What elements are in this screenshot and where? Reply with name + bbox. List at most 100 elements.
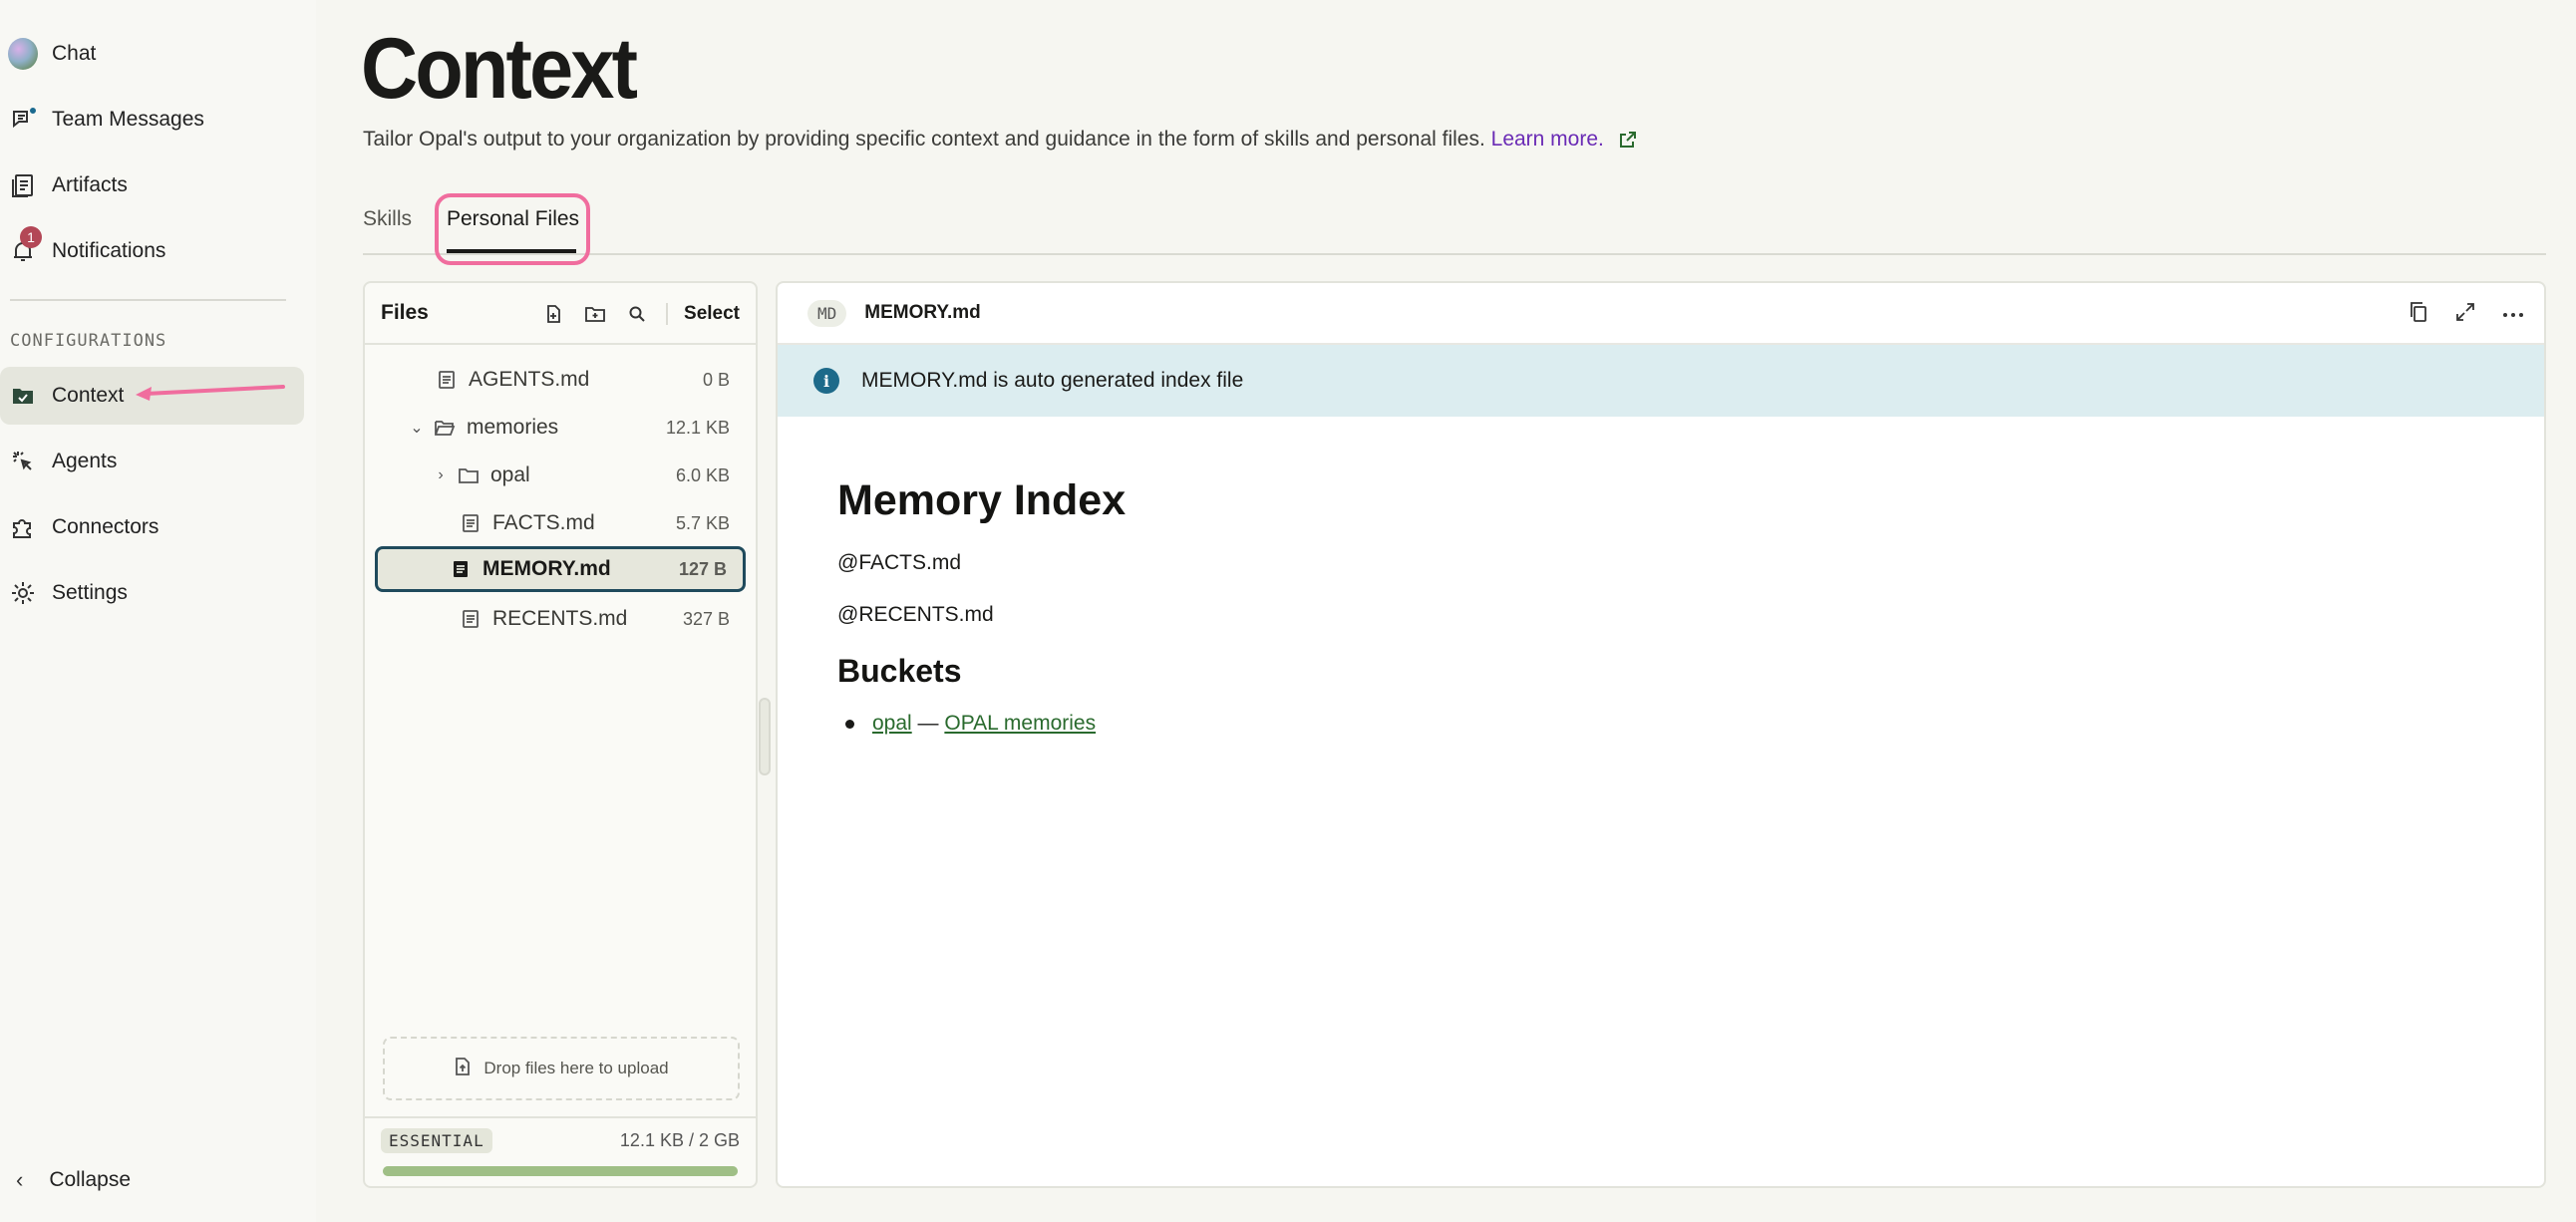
tree-item-memory-md[interactable]: MEMORY.md 127 B xyxy=(375,546,746,592)
tree-item-size: 0 B xyxy=(702,369,730,390)
annotation-arrow-icon xyxy=(136,385,285,401)
section-label: CONFIGURATIONS xyxy=(10,331,167,351)
bell-icon: 1 xyxy=(8,226,42,266)
markdown-content: Memory Index @FACTS.md @RECENTS.md Bucke… xyxy=(837,476,1126,736)
sidebar-item-notifications[interactable]: 1 Notifications xyxy=(0,222,304,280)
tree-item-name: AGENTS.md xyxy=(469,368,590,391)
tree-item-size: 12.1 KB xyxy=(665,417,730,438)
files-header: Files Select xyxy=(365,283,756,345)
chevron-down-icon[interactable]: ⌄ xyxy=(405,418,429,438)
sidebar-item-label: Artifacts xyxy=(52,173,128,196)
folder-icon xyxy=(457,463,481,487)
storage-bar xyxy=(383,1166,738,1176)
info-icon: i xyxy=(813,368,839,394)
plan-badge: ESSENTIAL xyxy=(381,1128,492,1153)
sidebar-item-chat[interactable]: Chat xyxy=(0,25,304,83)
preview-header: MD MEMORY.md xyxy=(778,283,2544,345)
sidebar-item-label: Connectors xyxy=(52,515,160,538)
expand-icon[interactable] xyxy=(2454,301,2476,328)
external-link-icon[interactable] xyxy=(1618,130,1638,150)
new-file-icon[interactable] xyxy=(540,301,566,327)
tree-item-opal[interactable]: › opal 6.0 KB xyxy=(375,453,746,498)
sidebar-item-label: Team Messages xyxy=(52,108,204,131)
md-heading-1: Memory Index xyxy=(837,476,1127,524)
tree-item-memories[interactable]: ⌄ memories 12.1 KB xyxy=(375,405,746,451)
md-link-opal-memories[interactable]: OPAL memories xyxy=(944,712,1096,736)
storage-bar-fill xyxy=(383,1166,738,1176)
bullet xyxy=(845,719,854,729)
md-list-item: opal — OPAL memories xyxy=(837,712,1126,736)
subtitle-text: Tailor Opal's output to your organizatio… xyxy=(363,128,1485,151)
md-paragraph: @RECENTS.md xyxy=(837,603,994,626)
tree-item-name: memories xyxy=(467,416,559,439)
upload-file-icon xyxy=(454,1057,472,1081)
info-banner-text: MEMORY.md is auto generated index file xyxy=(861,369,1244,392)
sidebar-item-settings[interactable]: Settings xyxy=(0,564,304,622)
preview-filename: MEMORY.md xyxy=(864,302,981,323)
files-title: Files xyxy=(381,301,429,324)
sidebar-item-team-messages[interactable]: Team Messages xyxy=(0,91,304,149)
files-panel: Files Select AGENTS.md 0 B ⌄ memories 12… xyxy=(363,281,758,1188)
sidebar-item-label: Agents xyxy=(52,450,118,472)
file-icon xyxy=(435,368,459,392)
tree-item-size: 127 B xyxy=(678,558,727,579)
connectors-icon xyxy=(8,512,38,542)
tree-item-name: MEMORY.md xyxy=(483,557,611,580)
tree-item-size: 327 B xyxy=(682,608,730,629)
md-heading-2: Buckets xyxy=(837,653,962,689)
tree-item-size: 6.0 KB xyxy=(675,464,730,485)
tree-item-name: RECENTS.md xyxy=(492,607,628,630)
collapse-button[interactable]: ‹ Collapse xyxy=(8,1152,207,1208)
agents-icon xyxy=(8,447,38,476)
sidebar-item-connectors[interactable]: Connectors xyxy=(0,498,304,556)
sidebar-item-artifacts[interactable]: Artifacts xyxy=(0,156,304,214)
info-banner: i MEMORY.md is auto generated index file xyxy=(778,345,2544,417)
tree-item-facts-md[interactable]: FACTS.md 5.7 KB xyxy=(375,500,746,546)
learn-more-link[interactable]: Learn more. xyxy=(1491,128,1604,151)
md-paragraph: @FACTS.md xyxy=(837,551,962,574)
tree-item-agents-md[interactable]: AGENTS.md 0 B xyxy=(375,357,746,403)
file-icon xyxy=(449,557,473,581)
select-button[interactable]: Select xyxy=(684,303,740,325)
sidebar-item-label: Chat xyxy=(52,42,97,65)
preview-panel: MD MEMORY.md i MEMORY.md is auto generat… xyxy=(776,281,2546,1188)
page-title: Context xyxy=(361,21,638,117)
search-icon[interactable] xyxy=(624,301,650,327)
sidebar: Chat Team Messages Artifacts 1 Notificat… xyxy=(0,0,316,1222)
tree-item-size: 5.7 KB xyxy=(675,512,730,533)
highlight-ring xyxy=(435,193,590,265)
drop-zone-text: Drop files here to upload xyxy=(483,1059,669,1077)
file-icon xyxy=(459,511,483,535)
drop-zone[interactable]: Drop files here to upload xyxy=(383,1037,740,1100)
folder-open-icon xyxy=(433,416,457,440)
sidebar-divider xyxy=(10,299,286,301)
storage-usage: 12.1 KB / 2 GB xyxy=(619,1130,740,1150)
new-folder-icon[interactable] xyxy=(582,301,608,327)
file-icon xyxy=(459,607,483,631)
panel-resize-handle[interactable] xyxy=(759,698,771,775)
copy-icon[interactable] xyxy=(2409,301,2428,328)
header-divider xyxy=(666,303,669,325)
chevron-left-icon: ‹ xyxy=(16,1167,24,1192)
chevron-right-icon[interactable]: › xyxy=(429,466,453,484)
file-type-badge: MD xyxy=(807,299,847,327)
notifications-badge: 1 xyxy=(20,226,42,248)
sidebar-item-agents[interactable]: Agents xyxy=(0,433,304,490)
sidebar-item-label: Context xyxy=(52,384,125,407)
page-subtitle: Tailor Opal's output to your organizatio… xyxy=(363,128,1638,152)
context-icon xyxy=(8,381,38,411)
storage-footer: ESSENTIAL 12.1 KB / 2 GB xyxy=(365,1116,756,1188)
md-link-opal[interactable]: opal xyxy=(872,712,912,736)
md-list-separator: — xyxy=(911,712,945,735)
tab-bar: Skills Personal Files xyxy=(363,189,2546,255)
gear-icon xyxy=(8,578,38,608)
sidebar-item-label: Notifications xyxy=(52,239,166,262)
globe-avatar-icon xyxy=(8,38,38,70)
messages-icon xyxy=(8,105,38,135)
artifacts-icon xyxy=(8,170,38,200)
tree-item-recents-md[interactable]: RECENTS.md 327 B xyxy=(375,596,746,642)
tab-skills[interactable]: Skills xyxy=(363,207,412,231)
collapse-label: Collapse xyxy=(49,1168,132,1191)
tree-item-name: opal xyxy=(490,463,530,486)
more-options-icon[interactable] xyxy=(2502,305,2524,323)
